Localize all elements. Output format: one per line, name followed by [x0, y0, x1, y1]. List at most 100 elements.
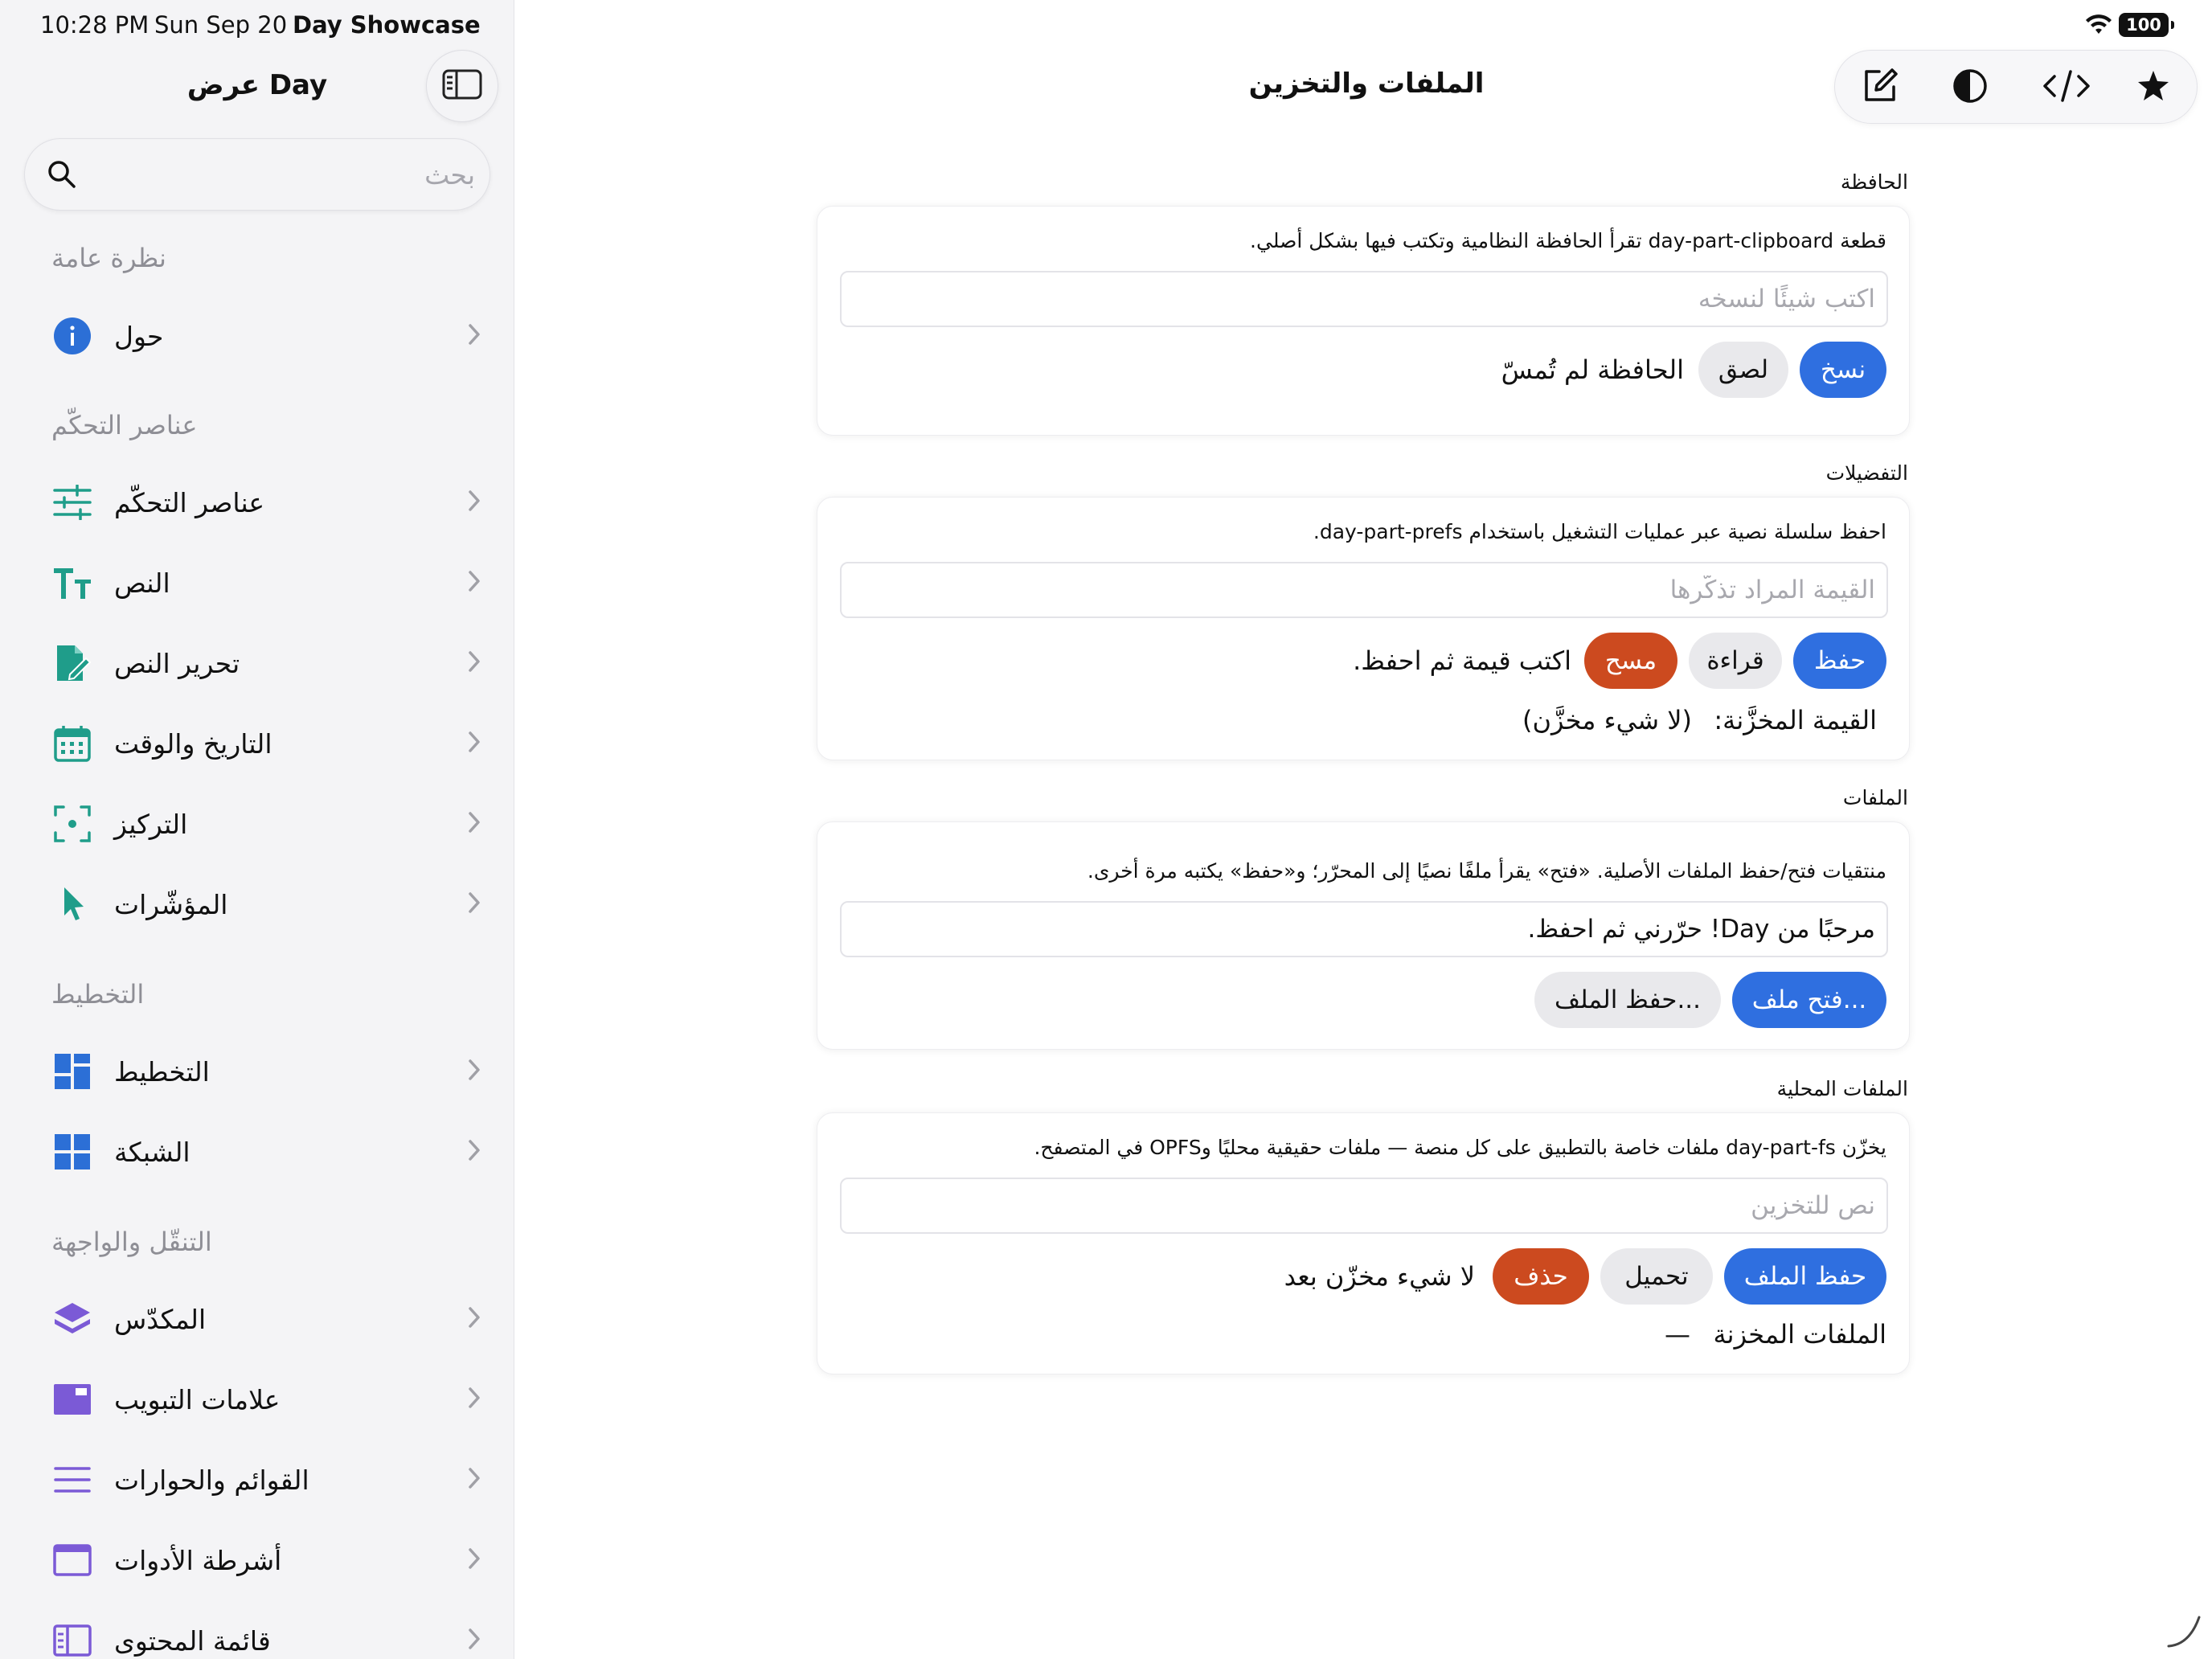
save-local-file-button[interactable]: حفظ الملف — [1724, 1248, 1886, 1305]
sidebar-item-toolbars[interactable]: أشرطة الأدوات — [32, 1524, 482, 1596]
search-input[interactable] — [89, 150, 475, 199]
local-files-card: يخزّن day-part-fs ملفات خاصة بالتطبيق عل… — [817, 1112, 1910, 1374]
battery-indicator: 100 — [2119, 13, 2174, 37]
content-list-icon — [47, 1615, 98, 1659]
sidebar-item-layout[interactable]: التخطيط — [32, 1035, 482, 1108]
files-editor-input[interactable] — [842, 903, 1886, 956]
search-bar[interactable] — [24, 138, 490, 211]
chevron-right-icon — [466, 322, 482, 350]
prefs-input[interactable] — [842, 563, 1886, 616]
files-card: منتقيات فتح/حفظ الملفات الأصلية. «فتح» ي… — [817, 821, 1910, 1050]
sidebar-item-label: المكدّس — [114, 1303, 207, 1335]
sidebar-item-focus[interactable]: التركيز — [32, 788, 482, 860]
appearance-button[interactable] — [1946, 63, 1994, 112]
sidebar-item-label: التخطيط — [114, 1055, 210, 1088]
stored-value: (لا شيء مخزَّن) — [1522, 705, 1692, 735]
sidebar-item-label: النص — [114, 567, 170, 599]
home-indicator-icon — [2165, 1612, 2202, 1653]
section-label-prefs: التفضيلات — [1825, 461, 1908, 485]
status-bar: 10:28 PM Sun Sep 20 Day Showcase 100 — [0, 0, 2212, 51]
prefs-field[interactable] — [840, 562, 1888, 618]
sidebar-item-pointers[interactable]: المؤشّرات — [32, 868, 482, 940]
star-icon — [2136, 69, 2170, 106]
section-label-clipboard: الحافظة — [1840, 170, 1908, 194]
local-files-input[interactable] — [842, 1179, 1886, 1232]
sidebar-item-text[interactable]: النص — [32, 547, 482, 619]
status-time: 10:28 PM — [40, 11, 150, 39]
delete-local-file-button[interactable]: حذف — [1493, 1248, 1589, 1305]
sidebar-item-label: عناصر التحكّم — [114, 486, 265, 518]
stack-icon — [47, 1293, 98, 1345]
sidebar-item-about[interactable]: حول — [32, 300, 482, 372]
sidebar-item-menus-dialogs[interactable]: القوائم والحوارات — [32, 1444, 482, 1516]
files-description: منتقيات فتح/حفظ الملفات الأصلية. «فتح» ي… — [1087, 859, 1886, 883]
chevron-right-icon — [466, 569, 482, 596]
sliders-icon — [47, 477, 98, 528]
wifi-icon — [2085, 13, 2112, 39]
compose-button[interactable] — [1856, 63, 1904, 112]
chevron-right-icon — [466, 1546, 482, 1574]
prefs-card: احفظ سلسلة نصية عبر عمليات التشغيل باستخ… — [817, 497, 1910, 760]
source-code-button[interactable] — [2042, 63, 2091, 112]
clipboard-status: الحافظة لم تُمسّ — [1501, 354, 1684, 385]
clear-pref-button[interactable]: مسح — [1584, 633, 1677, 689]
info-icon — [47, 310, 98, 362]
chevron-right-icon — [466, 1386, 482, 1413]
sidebar-item-label: المؤشّرات — [114, 888, 228, 920]
open-file-button[interactable]: فتح ملف... — [1732, 972, 1886, 1028]
section-header-layout: التخطيط — [51, 979, 145, 1010]
clipboard-card: قطعة day-part-clipboard تقرأ الحافظة الن… — [817, 206, 1910, 436]
paste-button[interactable]: لصق — [1698, 342, 1788, 398]
save-file-button[interactable]: حفظ الملف... — [1534, 972, 1721, 1028]
toolbar-icon — [47, 1534, 98, 1586]
chevron-right-icon — [466, 1466, 482, 1493]
focus-icon — [47, 798, 98, 850]
sidebar: عرض Day نظرة عامة حول عناصر التحكّم عناص… — [0, 0, 514, 1659]
files-editor-field[interactable] — [840, 901, 1888, 957]
sidebar-item-label: التاريخ والوقت — [114, 727, 272, 760]
sidebar-item-date-time[interactable]: التاريخ والوقت — [32, 707, 482, 780]
pointer-icon — [47, 879, 98, 930]
chevron-right-icon — [466, 730, 482, 757]
compose-icon — [1862, 68, 1899, 108]
menu-lines-icon — [47, 1454, 98, 1505]
copy-button[interactable]: نسخ — [1800, 342, 1886, 398]
status-app-name: Day Showcase — [293, 11, 481, 39]
sidebar-toggle-icon — [442, 68, 482, 104]
sidebar-item-stack[interactable]: المكدّس — [32, 1283, 482, 1355]
sidebar-toggle-button[interactable] — [426, 50, 498, 122]
favorite-button[interactable] — [2129, 63, 2177, 112]
clipboard-field[interactable] — [840, 271, 1888, 327]
toolbar — [1834, 50, 2198, 124]
grid-icon — [47, 1126, 98, 1178]
sidebar-item-grid[interactable]: الشبكة — [32, 1116, 482, 1188]
sidebar-item-text-editing[interactable]: تحرير النص — [32, 627, 482, 699]
sidebar-item-tabs[interactable]: علامات التبويب — [32, 1363, 482, 1436]
search-icon — [46, 158, 78, 194]
local-files-status: لا شيء مخزّن بعد — [1284, 1261, 1475, 1292]
sidebar-item-label: علامات التبويب — [114, 1383, 281, 1415]
sidebar-item-label: التركيز — [114, 808, 188, 840]
sidebar-item-label: تحرير النص — [114, 647, 240, 679]
sidebar-item-label: حول — [114, 320, 164, 352]
clipboard-description: قطعة day-part-clipboard تقرأ الحافظة الن… — [1250, 229, 1886, 252]
clipboard-input[interactable] — [842, 272, 1886, 326]
load-local-file-button[interactable]: تحميل — [1600, 1248, 1713, 1305]
section-header-controls: عناصر التحكّم — [51, 410, 198, 440]
section-label-files: الملفات — [1842, 786, 1908, 809]
chevron-right-icon — [466, 891, 482, 918]
read-pref-button[interactable]: قراءة — [1689, 633, 1782, 689]
prefs-status: اكتب قيمة ثم احفظ. — [1353, 645, 1571, 676]
sidebar-item-label: أشرطة الأدوات — [114, 1544, 282, 1576]
chevron-right-icon — [466, 1058, 482, 1085]
document-edit-icon — [47, 637, 98, 689]
contrast-icon — [1952, 68, 1989, 108]
sidebar-item-content-list[interactable]: قائمة المحتوى — [32, 1604, 482, 1659]
sidebar-item-label: قائمة المحتوى — [114, 1624, 271, 1657]
save-pref-button[interactable]: حفظ — [1793, 633, 1886, 689]
chevron-right-icon — [466, 649, 482, 677]
local-files-field[interactable] — [840, 1178, 1888, 1234]
stored-value-label: القيمة المخزَّنة: — [1714, 705, 1877, 735]
prefs-description: احفظ سلسلة نصية عبر عمليات التشغيل باستخ… — [1313, 520, 1886, 543]
sidebar-item-controls[interactable]: عناصر التحكّم — [32, 466, 482, 539]
